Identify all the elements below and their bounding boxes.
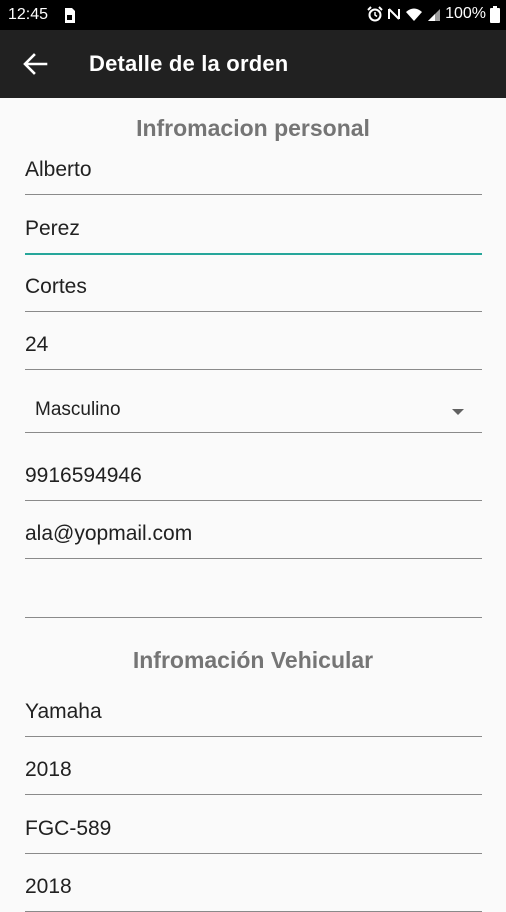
gender-dropdown[interactable]: Masculino <box>25 392 482 433</box>
vehicle-info-heading: Infromación Vehicular <box>132 647 374 673</box>
app-bar: Detalle de la orden <box>0 30 506 98</box>
page-title: Detalle de la orden <box>89 51 289 76</box>
wifi-icon <box>406 8 423 21</box>
last-name-value: Perez <box>25 217 80 240</box>
battery-percentage: 100% <box>445 5 486 22</box>
personal-info-heading: Infromacion personal <box>136 115 370 141</box>
phone-field[interactable]: 9916594946 <box>25 456 482 501</box>
second-last-name-value: Cortes <box>25 275 87 298</box>
status-time: 12:45 <box>8 6 49 23</box>
vehicle-brand-value: Yamaha <box>25 700 102 723</box>
second-last-name-field[interactable]: Cortes <box>25 267 482 312</box>
email-field[interactable]: ala@yopmail.com <box>25 514 482 559</box>
vehicle-model-year-field[interactable]: 2018 <box>25 867 482 912</box>
empty-field[interactable] <box>25 573 482 618</box>
status-bar: 12:45 100% <box>0 0 506 30</box>
vehicle-brand-field[interactable]: Yamaha <box>25 692 482 737</box>
last-name-field[interactable]: Perez <box>25 209 482 255</box>
first-name-value: Alberto <box>25 158 92 181</box>
email-value: ala@yopmail.com <box>25 522 193 545</box>
vehicle-plate-value: FGC-589 <box>25 817 112 840</box>
mute-icon <box>388 8 401 20</box>
age-value: 24 <box>25 333 49 356</box>
status-icons: 100% <box>363 5 500 23</box>
signal-icon <box>428 9 441 21</box>
alarm-icon <box>367 6 383 22</box>
age-field[interactable]: 24 <box>25 325 482 370</box>
battery-icon <box>490 5 500 23</box>
back-arrow-icon[interactable] <box>22 52 48 76</box>
vehicle-model-year-value: 2018 <box>25 875 72 898</box>
sim-card-icon <box>65 8 75 23</box>
vehicle-year-field[interactable]: 2018 <box>25 750 482 795</box>
gender-selected-value: Masculino <box>35 399 121 420</box>
vehicle-plate-field[interactable]: FGC-589 <box>25 809 482 854</box>
first-name-field[interactable]: Alberto <box>25 150 482 195</box>
phone-value: 9916594946 <box>25 464 142 487</box>
dropdown-arrow-icon <box>452 409 464 415</box>
vehicle-year-value: 2018 <box>25 758 72 781</box>
